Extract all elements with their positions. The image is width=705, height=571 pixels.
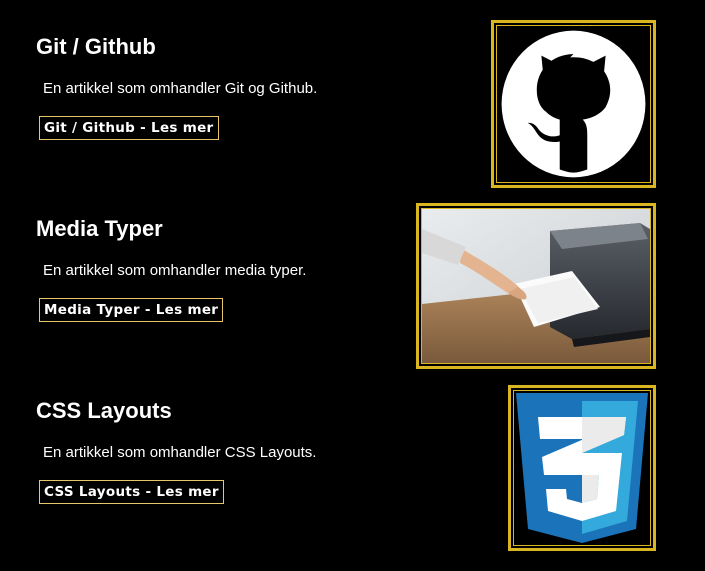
- article-media-typer: Media Typer En artikkel som omhandler me…: [0, 190, 705, 372]
- css-layouts-image[interactable]: [508, 385, 656, 551]
- css-layouts-read-more-link[interactable]: CSS Layouts - Les mer: [39, 480, 224, 504]
- article-description: En artikkel som omhandler media typer.: [43, 262, 307, 279]
- article-css-layouts: CSS Layouts En artikkel som omhandler CS…: [0, 372, 705, 571]
- printer-photo-icon: [421, 208, 651, 364]
- git-github-image[interactable]: [491, 20, 656, 188]
- github-octocat-icon: [496, 25, 651, 183]
- media-typer-read-more-link[interactable]: Media Typer - Les mer: [39, 298, 224, 322]
- css3-logo-icon: [513, 390, 651, 546]
- article-git-github: Git / Github En artikkel som omhandler G…: [0, 0, 705, 190]
- article-title: CSS Layouts: [36, 398, 172, 423]
- article-title: Media Typer: [36, 216, 163, 241]
- article-title: Git / Github: [36, 34, 156, 59]
- article-description: En artikkel som omhandler CSS Layouts.: [43, 444, 317, 461]
- article-description: En artikkel som omhandler Git og Github.: [43, 80, 318, 97]
- media-typer-image[interactable]: [416, 203, 656, 369]
- git-github-read-more-link[interactable]: Git / Github - Les mer: [39, 116, 219, 140]
